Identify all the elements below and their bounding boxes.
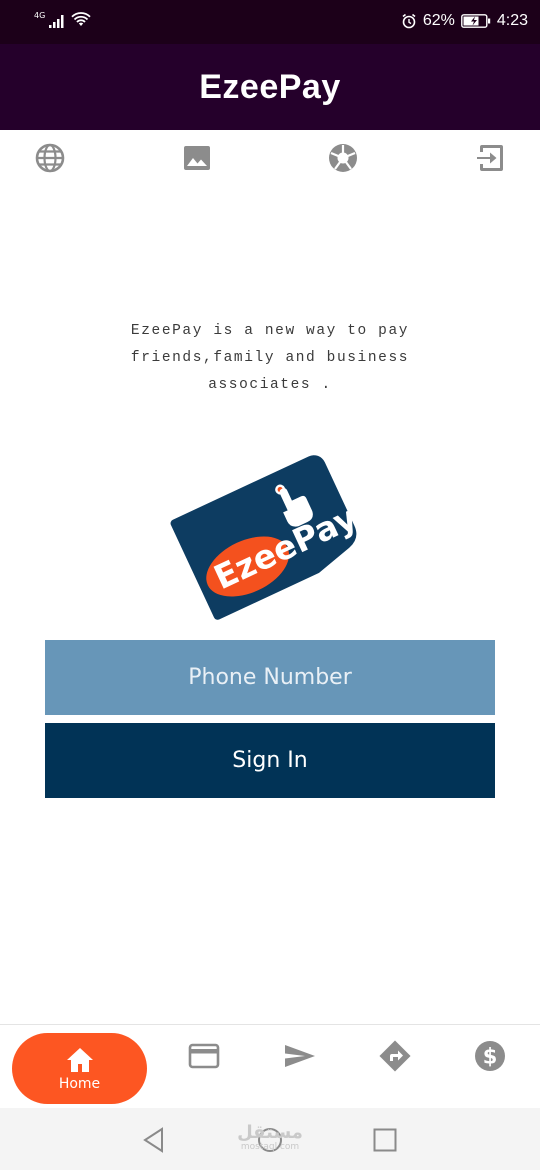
battery-icon (460, 14, 491, 28)
battery-percent: 62% (422, 12, 455, 29)
nav-home-label: Home (58, 1075, 101, 1092)
send-icon[interactable] (283, 1039, 317, 1073)
clock: 4:23 (496, 12, 528, 29)
ezeepay-logo: EzeePay (170, 455, 363, 620)
sign-in-button[interactable]: Sign In (45, 723, 495, 798)
phone-number-input[interactable] (45, 640, 495, 715)
status-left: 4G (34, 11, 91, 28)
system-navigation-bar: مستقل mostaql.com (0, 1108, 540, 1170)
bottom-navigation: Home $ (0, 1024, 540, 1109)
network-type: 4G (34, 11, 46, 20)
app-title: EzeePay (199, 67, 341, 106)
tagline: EzeePay is a new way to pay friends,fami… (130, 323, 410, 393)
dollar-icon[interactable]: $ (473, 1039, 507, 1073)
back-icon[interactable] (140, 1126, 168, 1154)
status-bar: 4G 62% 4:23 (0, 0, 540, 44)
svg-text:$: $ (483, 1045, 498, 1069)
alarm-icon (402, 13, 416, 29)
card-icon[interactable] (187, 1039, 221, 1073)
exit-icon[interactable] (474, 142, 506, 174)
directions-icon[interactable] (378, 1039, 412, 1073)
image-icon[interactable] (181, 142, 213, 174)
app-bar: EzeePay (0, 44, 540, 130)
watermark: مستقل mostaql.com (232, 1122, 308, 1153)
camera-shutter-icon[interactable] (327, 142, 359, 174)
wifi-icon (71, 12, 91, 26)
globe-icon[interactable] (34, 142, 66, 174)
nav-home-tab[interactable]: Home (12, 1033, 147, 1104)
top-icon-row (0, 138, 540, 178)
recents-icon[interactable] (371, 1126, 399, 1154)
watermark-arabic: مستقل (237, 1122, 303, 1143)
status-right: 62% 4:23 (401, 12, 528, 30)
watermark-english: mostaql.com (240, 1142, 300, 1152)
signal-icon (49, 15, 64, 28)
home-icon (66, 1047, 93, 1072)
